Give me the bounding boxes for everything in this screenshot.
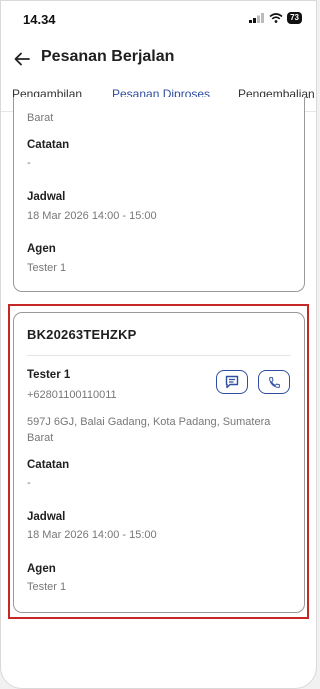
arrow-left-icon (14, 52, 30, 66)
phone-screen: 14.34 73 Pesanan Berjalan Pengambilan Pe… (0, 0, 317, 689)
status-bar: 14.34 73 (1, 1, 316, 37)
order-card: Barat Catatan - Jadwal 18 Mar 2026 14:00… (13, 97, 305, 292)
status-time: 14.34 (23, 12, 56, 27)
page-title: Pesanan Berjalan (41, 48, 175, 65)
signal-icon (249, 13, 265, 23)
notes-value: - (27, 157, 31, 169)
wifi-icon (269, 13, 283, 23)
order-address-tail: Barat (27, 112, 54, 124)
battery-icon: 73 (287, 12, 302, 24)
schedule-label: Jadwal (27, 191, 66, 203)
agent-label: Agen (27, 243, 56, 255)
schedule-value: 18 Mar 2026 14:00 - 15:00 (27, 210, 157, 222)
status-icons: 73 (249, 12, 302, 24)
agent-value: Tester 1 (27, 262, 67, 274)
notes-label: Catatan (27, 139, 70, 151)
selection-highlight (8, 304, 309, 619)
app-header: Pesanan Berjalan (1, 41, 316, 77)
back-button[interactable] (11, 48, 33, 70)
